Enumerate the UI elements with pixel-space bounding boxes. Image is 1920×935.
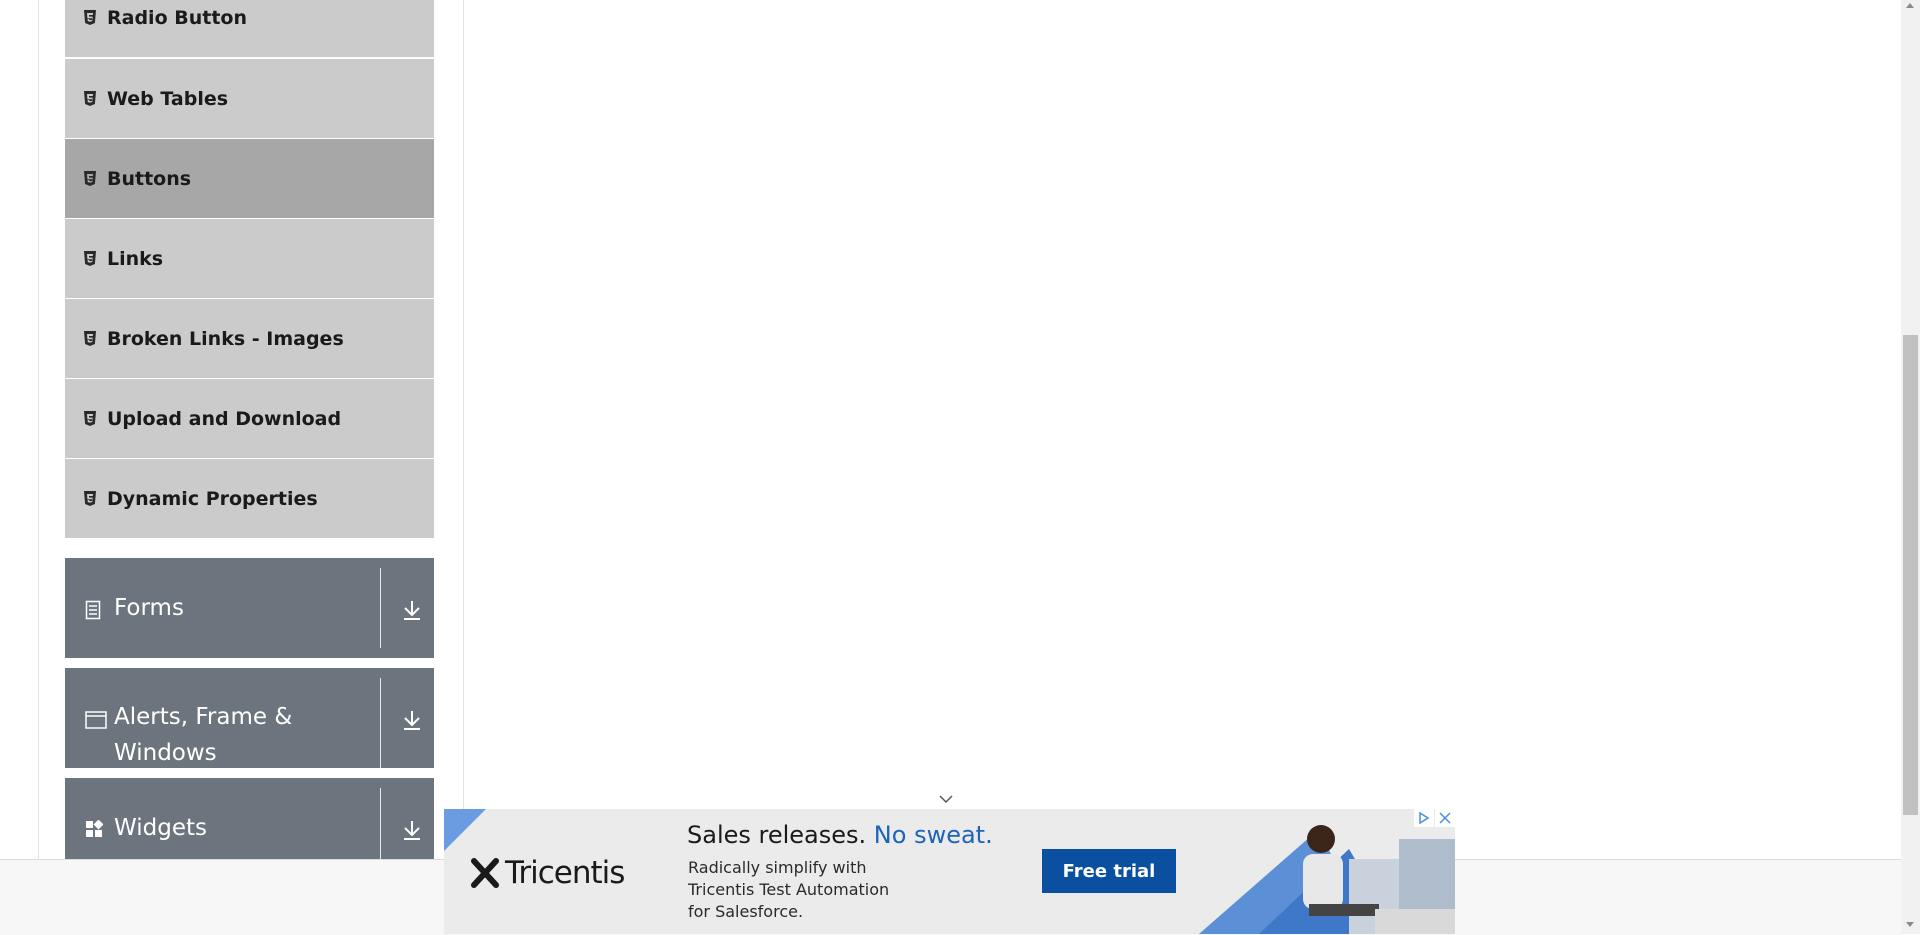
ad-corner-decoration — [444, 809, 486, 851]
sidebar-item-web-tables[interactable]: Web Tables — [65, 59, 434, 138]
form-icon — [85, 600, 105, 620]
group-label: Forms — [114, 595, 184, 621]
group-forms[interactable]: Forms — [65, 558, 434, 658]
group-divider — [380, 788, 381, 859]
download-icon[interactable] — [401, 818, 423, 842]
sidebar-item-upload-download[interactable]: Upload and Download — [65, 379, 434, 458]
group-label-line2: Windows — [114, 740, 217, 766]
sidebar-item-label: Buttons — [107, 167, 192, 190]
download-icon[interactable] — [401, 598, 423, 622]
sidebar-item-label: Upload and Download — [107, 407, 342, 430]
widgets-icon — [85, 819, 105, 840]
sidebar-item-label: Radio Button — [107, 6, 247, 29]
download-icon[interactable] — [401, 708, 423, 732]
html5-icon — [83, 9, 97, 26]
sidebar-item-label: Web Tables — [107, 87, 229, 110]
html5-icon — [83, 330, 97, 347]
scroll-up-arrow-icon[interactable] — [1906, 3, 1914, 8]
html5-icon — [83, 250, 97, 267]
ad-body-line: Radically simplify with — [688, 858, 867, 877]
group-label: Widgets — [114, 815, 207, 841]
close-icon[interactable] — [1435, 809, 1455, 827]
chevron-down-icon[interactable] — [938, 792, 954, 804]
sidebar-item-label: Links — [107, 247, 164, 270]
ad-headline: Sales releases. No sweat. — [687, 821, 993, 849]
sidebar-item-links[interactable]: Links — [65, 219, 434, 298]
sidebar-item-dynamic-properties[interactable]: Dynamic Properties — [65, 459, 434, 538]
group-alerts-frame-windows[interactable]: Alerts, Frame & Windows — [65, 668, 434, 768]
sidebar-item-label: Broken Links - Images — [107, 327, 344, 350]
html5-icon — [83, 410, 97, 427]
ad-photo — [1199, 809, 1455, 934]
html5-icon — [83, 170, 97, 187]
tricentis-x-icon — [471, 858, 499, 888]
ad-headline-part2: No sweat. — [873, 821, 993, 849]
ad-banner[interactable]: Tricentis Sales releases. No sweat. Radi… — [444, 809, 1455, 934]
ad-body-line: for Salesforce. — [688, 902, 804, 921]
html5-icon — [83, 490, 97, 507]
window-icon — [85, 710, 107, 730]
free-trial-button[interactable]: Free trial — [1042, 849, 1176, 893]
scrollbar-thumb[interactable] — [1903, 335, 1918, 815]
ad-body: Radically simplify with Tricentis Test A… — [688, 857, 948, 923]
scrollbar[interactable] — [1901, 0, 1920, 934]
sidebar-item-label: Dynamic Properties — [107, 487, 318, 510]
sidebar-item-broken-links[interactable]: Broken Links - Images — [65, 299, 434, 378]
ad-brand: Tricentis — [505, 855, 625, 891]
html5-icon — [83, 90, 97, 107]
adchoices-icon[interactable] — [1414, 809, 1434, 827]
group-divider — [380, 678, 381, 768]
group-label-line1: Alerts, Frame & — [114, 704, 293, 730]
group-divider — [380, 568, 381, 648]
group-widgets[interactable]: Widgets — [65, 778, 434, 859]
ad-body-line: Tricentis Test Automation — [688, 880, 890, 899]
ad-headline-part1: Sales releases. — [687, 821, 867, 849]
sidebar-item-radio-button[interactable]: Radio Button — [65, 0, 434, 57]
sidebar-item-buttons[interactable]: Buttons — [65, 139, 434, 218]
tricentis-logo: Tricentis — [471, 855, 625, 891]
scroll-down-arrow-icon[interactable] — [1906, 922, 1914, 927]
